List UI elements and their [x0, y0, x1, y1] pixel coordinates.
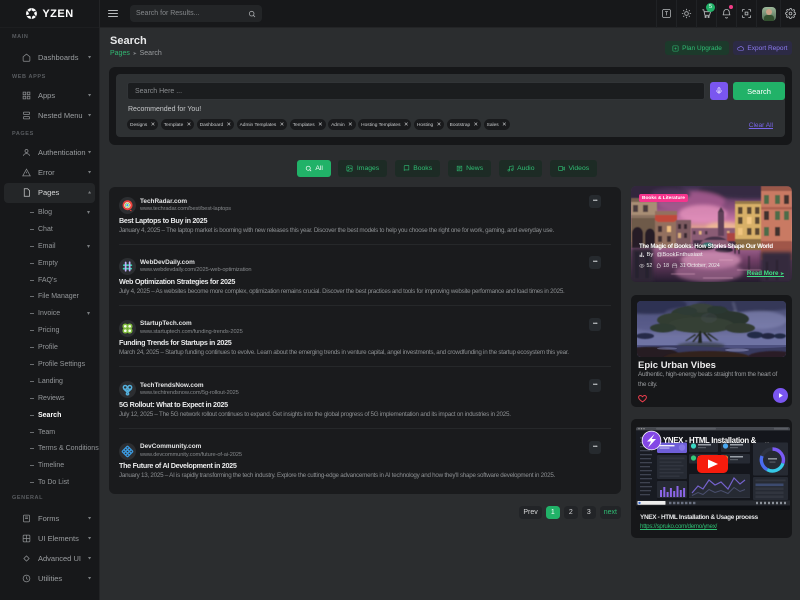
svg-text:YNEX - HTML Installation &: YNEX - HTML Installation & — [663, 436, 757, 445]
svg-text:...: ... — [765, 439, 769, 445]
